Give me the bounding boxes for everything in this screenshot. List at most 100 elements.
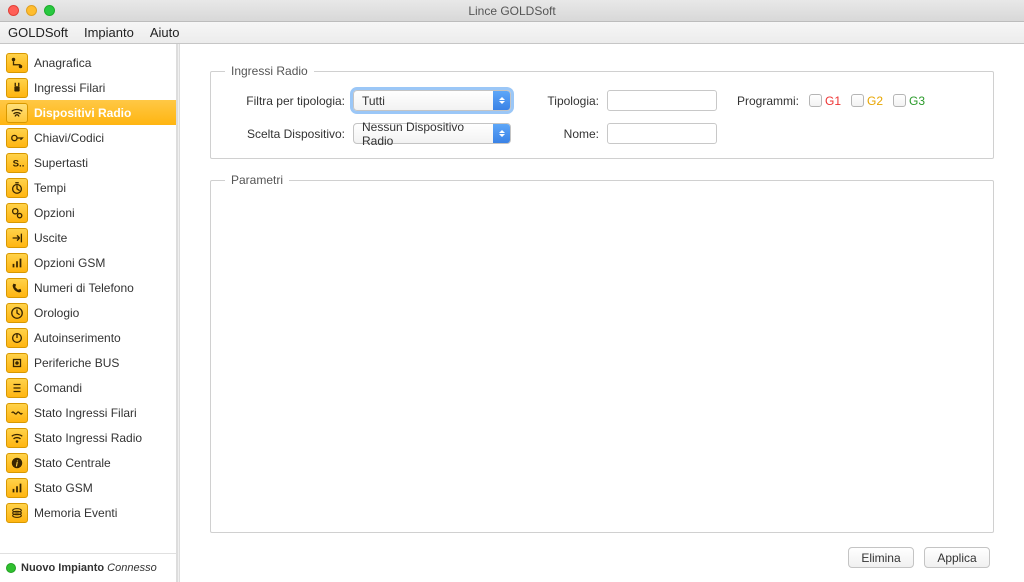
sidebar-item-label: Ingressi Filari <box>34 81 105 95</box>
nome-input[interactable] <box>607 123 717 144</box>
sidebar-item-label: Opzioni <box>34 206 75 220</box>
sidebar-item-stato-ingressi-filari[interactable]: Stato Ingressi Filari <box>0 400 176 425</box>
list-icon <box>6 378 28 398</box>
sidebar-item-tempi[interactable]: Tempi <box>0 175 176 200</box>
sidebar-item-periferiche-bus[interactable]: Periferiche BUS <box>0 350 176 375</box>
g3-label: G3 <box>909 94 925 108</box>
chip-icon <box>6 353 28 373</box>
menu-aiuto[interactable]: Aiuto <box>150 25 180 40</box>
status-state: Connesso <box>107 562 157 574</box>
checkbox-g3[interactable] <box>893 94 906 107</box>
sidebar-item-chiavi-codici[interactable]: Chiavi/Codici <box>0 125 176 150</box>
sidebar-item-opzioni[interactable]: Opzioni <box>0 200 176 225</box>
nome-label: Nome: <box>529 127 599 141</box>
wave-wifi-icon <box>6 428 28 448</box>
sidebar-item-label: Stato Ingressi Radio <box>34 431 142 445</box>
key-icon <box>6 128 28 148</box>
main-panel: Ingressi Radio Filtra per tipologia: Tut… <box>180 44 1024 582</box>
sidebar-list: Anagrafica Ingressi Filari Dispositivi R… <box>0 44 176 553</box>
sidebar-item-dispositivi-radio[interactable]: Dispositivi Radio <box>0 100 176 125</box>
chevron-updown-icon <box>493 124 510 143</box>
sidebar-item-label: Comandi <box>34 381 82 395</box>
sidebar-item-label: Autoinserimento <box>34 331 121 345</box>
sidebar-item-ingressi-filari[interactable]: Ingressi Filari <box>0 75 176 100</box>
gears-icon <box>6 203 28 223</box>
sidebar-item-orologio[interactable]: Orologio <box>0 300 176 325</box>
s-icon: S.. <box>6 153 28 173</box>
sidebar-item-stato-gsm[interactable]: Stato GSM <box>0 475 176 500</box>
sidebar-item-label: Memoria Eventi <box>34 506 117 520</box>
tipologia-input[interactable] <box>607 90 717 111</box>
filter-tipologia-label: Filtra per tipologia: <box>225 94 345 108</box>
filter-tipologia-select[interactable]: Tutti <box>353 90 511 111</box>
sidebar-item-label: Dispositivi Radio <box>34 106 131 120</box>
zoom-window-button[interactable] <box>44 5 55 16</box>
g1-label: G1 <box>825 94 841 108</box>
wifi-icon <box>6 103 28 123</box>
sidebar: Anagrafica Ingressi Filari Dispositivi R… <box>0 44 177 582</box>
window-controls <box>0 5 55 16</box>
scelta-dispositivo-value: Nessun Dispositivo Radio <box>362 120 488 148</box>
ingressi-radio-legend: Ingressi Radio <box>225 64 314 78</box>
sidebar-item-stato-centrale[interactable]: i Stato Centrale <box>0 450 176 475</box>
sidebar-item-label: Opzioni GSM <box>34 256 105 270</box>
applica-button[interactable]: Applica <box>924 547 990 568</box>
sidebar-item-label: Anagrafica <box>34 56 91 70</box>
menu-bar: GOLDSoft Impianto Aiuto <box>0 22 1024 44</box>
sidebar-item-uscite[interactable]: Uscite <box>0 225 176 250</box>
sidebar-item-anagrafica[interactable]: Anagrafica <box>0 50 176 75</box>
sidebar-item-label: Numeri di Telefono <box>34 281 134 295</box>
sidebar-item-label: Supertasti <box>34 156 88 170</box>
parametri-legend: Parametri <box>225 173 289 187</box>
clock-icon <box>6 303 28 323</box>
wave-plug-icon <box>6 403 28 423</box>
window-titlebar: Lince GOLDSoft <box>0 0 1024 22</box>
scelta-dispositivo-label: Scelta Dispositivo: <box>225 127 345 141</box>
sidebar-item-label: Orologio <box>34 306 79 320</box>
menu-goldsoft[interactable]: GOLDSoft <box>8 25 68 40</box>
sidebar-item-comandi[interactable]: Comandi <box>0 375 176 400</box>
filter-tipologia-value: Tutti <box>362 94 385 108</box>
wave-antenna-icon <box>6 478 28 498</box>
elimina-button[interactable]: Elimina <box>848 547 914 568</box>
g2-label: G2 <box>867 94 883 108</box>
sidebar-item-opzioni-gsm[interactable]: Opzioni GSM <box>0 250 176 275</box>
sidebar-item-label: Periferiche BUS <box>34 356 119 370</box>
power-icon <box>6 328 28 348</box>
status-text: Nuovo Impianto Connesso <box>21 562 157 574</box>
chevron-updown-icon <box>493 91 510 110</box>
ingressi-radio-group: Ingressi Radio Filtra per tipologia: Tut… <box>210 64 994 159</box>
sidebar-item-label: Chiavi/Codici <box>34 131 104 145</box>
tipologia-label: Tipologia: <box>529 94 599 108</box>
sidebar-item-numeri-telefono[interactable]: Numeri di Telefono <box>0 275 176 300</box>
close-window-button[interactable] <box>8 5 19 16</box>
sidebar-item-label: Tempi <box>34 181 66 195</box>
sidebar-item-autoinserimento[interactable]: Autoinserimento <box>0 325 176 350</box>
sidebar-item-label: Stato Ingressi Filari <box>34 406 137 420</box>
plug-icon <box>6 78 28 98</box>
stack-icon <box>6 503 28 523</box>
menu-impianto[interactable]: Impianto <box>84 25 134 40</box>
arrow-out-icon <box>6 228 28 248</box>
sidebar-item-memoria-eventi[interactable]: Memoria Eventi <box>0 500 176 525</box>
minimize-window-button[interactable] <box>26 5 37 16</box>
sidebar-item-supertasti[interactable]: S.. Supertasti <box>0 150 176 175</box>
antenna-icon <box>6 253 28 273</box>
info-icon: i <box>6 453 28 473</box>
checkbox-g2[interactable] <box>851 94 864 107</box>
sidebar-status: Nuovo Impianto Connesso <box>0 553 176 582</box>
sidebar-item-stato-ingressi-radio[interactable]: Stato Ingressi Radio <box>0 425 176 450</box>
status-dot-connected <box>6 563 16 573</box>
window-title: Lince GOLDSoft <box>468 4 555 18</box>
button-bar: Elimina Applica <box>210 547 994 568</box>
sidebar-item-label: Stato Centrale <box>34 456 111 470</box>
status-name: Nuovo Impianto <box>21 562 104 574</box>
svg-text:S..: S.. <box>13 158 24 169</box>
programmi-label: Programmi: <box>737 94 799 108</box>
checkbox-g1[interactable] <box>809 94 822 107</box>
stopwatch-icon <box>6 178 28 198</box>
scelta-dispositivo-select[interactable]: Nessun Dispositivo Radio <box>353 123 511 144</box>
phone-icon <box>6 278 28 298</box>
parametri-group: Parametri <box>210 173 994 533</box>
route-icon <box>6 53 28 73</box>
